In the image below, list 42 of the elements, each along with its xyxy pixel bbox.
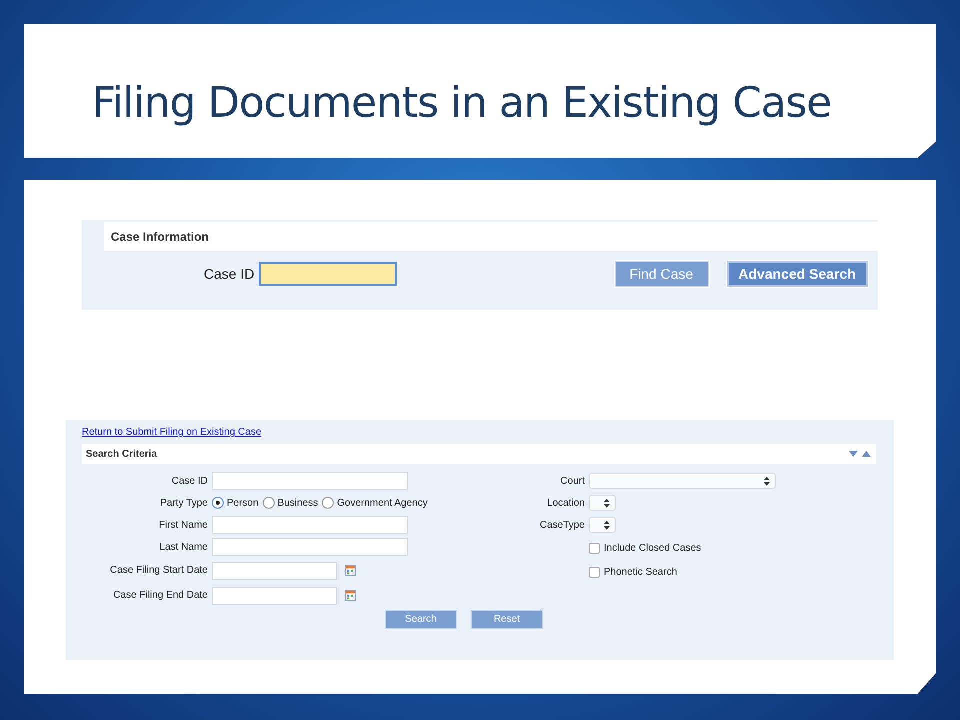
checkbox[interactable]: [589, 566, 600, 578]
text-field[interactable]: [212, 538, 408, 556]
checkbox[interactable]: [589, 542, 600, 554]
slide-title: Filing Documents in an Existing Case: [92, 76, 832, 126]
radio-label: Business: [278, 498, 318, 508]
checkbox-label: Phonetic Search: [604, 566, 678, 578]
radio-button[interactable]: [212, 497, 224, 509]
field-label: CaseType: [538, 520, 585, 530]
section-heading: Search Criteria: [86, 448, 158, 460]
advanced-search-button[interactable]: Advanced Search: [726, 261, 868, 287]
collapse-icon[interactable]: [848, 450, 872, 458]
text-field[interactable]: [212, 516, 408, 534]
field-label: Case Filing Start Date: [109, 565, 208, 576]
find-case-button[interactable]: Find Case: [614, 261, 708, 287]
field-label: Case ID: [170, 476, 208, 486]
checkbox-label: Include Closed Cases: [604, 542, 702, 554]
field-label: Location: [546, 498, 585, 508]
case-id-field[interactable]: [258, 262, 397, 286]
field-label: Case ID: [204, 266, 255, 282]
calendar-icon[interactable]: [345, 565, 356, 576]
radio-label: Government Agency: [337, 498, 428, 508]
radio-button[interactable]: [322, 497, 334, 509]
stepper-icon: [764, 476, 770, 486]
radio-button[interactable]: [262, 497, 275, 509]
field-label: First Name: [158, 520, 208, 530]
section-heading: Case Information: [111, 230, 210, 244]
field-label: Court: [560, 476, 585, 486]
form-button[interactable]: Search: [385, 610, 457, 629]
text-field[interactable]: [212, 472, 408, 490]
field-label: Case Filing End Date: [112, 590, 208, 601]
stepper-icon: [604, 498, 610, 508]
dropdown[interactable]: [589, 517, 616, 533]
calendar-icon[interactable]: [345, 590, 356, 601]
stepper-icon: [604, 520, 610, 530]
date-field[interactable]: [212, 562, 337, 580]
form-button[interactable]: Reset: [471, 610, 543, 629]
field-label: Last Name: [158, 542, 208, 552]
date-field[interactable]: [212, 586, 337, 604]
field-label: Party Type: [159, 498, 208, 508]
radio-label: Person: [227, 498, 259, 508]
return-link[interactable]: Return to Submit Filing on Existing Case: [82, 427, 262, 438]
dropdown[interactable]: [589, 495, 616, 511]
